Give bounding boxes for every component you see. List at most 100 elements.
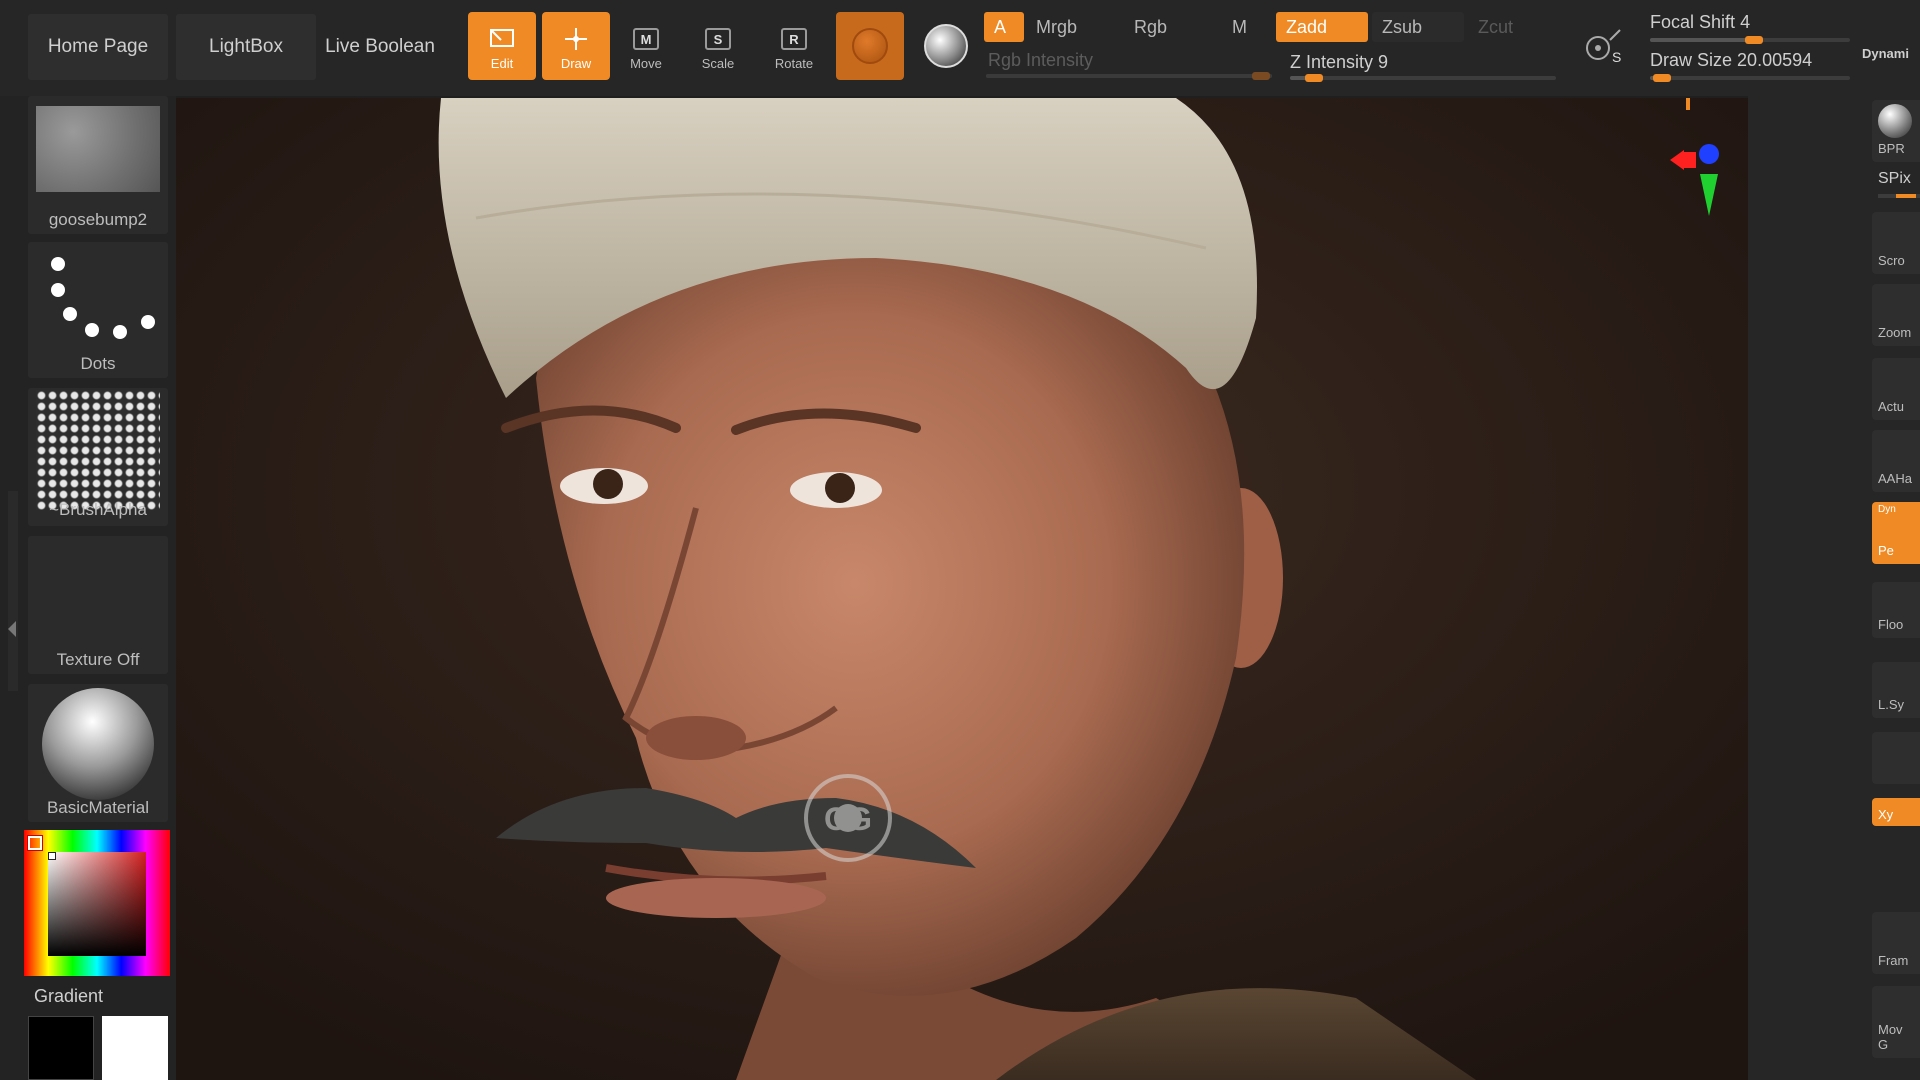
scale-button[interactable]: S Scale: [684, 12, 752, 80]
brush-alpha-name: ~BrushAlpha: [49, 500, 147, 519]
color-picker[interactable]: [24, 830, 170, 976]
draw-size-knob[interactable]: [1653, 74, 1671, 82]
secondary-color-black[interactable]: [28, 1016, 94, 1080]
sculpt-render: CG: [176, 98, 1748, 1080]
draw-size-readout: Draw Size 20.00594: [1650, 50, 1812, 71]
material-swatch[interactable]: BasicMaterial: [28, 684, 168, 822]
move-label: Move: [630, 56, 662, 71]
rgb-button[interactable]: Rgb: [1124, 12, 1214, 42]
color-picker-cursor[interactable]: [27, 835, 43, 851]
edit-button[interactable]: Edit: [468, 12, 536, 80]
zbrush-window: Home Page LightBox Live Boolean Edit Dra…: [0, 0, 1920, 1080]
scroll-button[interactable]: Scro: [1872, 212, 1920, 274]
draw-button[interactable]: Draw: [542, 12, 610, 80]
draw-label: Draw: [560, 56, 592, 71]
material-name: BasicMaterial: [46, 798, 150, 817]
zsub-button[interactable]: Zsub: [1372, 12, 1464, 42]
alpha-name: goosebump2: [48, 210, 148, 229]
a-mode-label: A: [994, 16, 1007, 37]
lazy-mouse-icon: S: [1586, 29, 1621, 65]
live-boolean-label: Live Boolean: [325, 36, 435, 57]
left-shelf: goosebump2 Dots ~BrushAlpha Texture Off …: [0, 96, 176, 1080]
actual-label: Actu: [1878, 399, 1905, 414]
m-button[interactable]: M: [1222, 12, 1262, 42]
actual-button[interactable]: Actu: [1872, 358, 1920, 420]
z-intensity-knob[interactable]: [1304, 74, 1323, 82]
a-mode-button[interactable]: A: [984, 12, 1024, 42]
draw-size-label: Draw Size: [1650, 50, 1733, 70]
lightbox-label: LightBox: [209, 36, 283, 57]
persp-label: Pe: [1878, 543, 1894, 558]
zadd-button[interactable]: Zadd: [1276, 12, 1368, 42]
zcut-label: Zcut: [1478, 16, 1514, 37]
z-intensity-slider[interactable]: [1290, 74, 1556, 82]
frame-button[interactable]: Fram: [1872, 912, 1920, 974]
aahalf-button[interactable]: AAHa: [1872, 430, 1920, 492]
aahalf-label: AAHa: [1878, 471, 1912, 486]
alpha-swatch[interactable]: goosebump2: [28, 96, 168, 234]
zsub-label: Zsub: [1382, 16, 1423, 37]
lsym-button[interactable]: L.Sy: [1872, 662, 1920, 718]
spix-knob[interactable]: [1896, 194, 1916, 198]
main-color-white[interactable]: [102, 1016, 168, 1080]
edit-label: Edit: [490, 56, 514, 71]
texture-swatch[interactable]: Texture Off: [28, 536, 168, 674]
rotate-axis-buttons[interactable]: [1872, 832, 1920, 902]
lsym-label: L.Sy: [1878, 697, 1905, 712]
scale-label: Scale: [701, 56, 735, 71]
mrgb-button[interactable]: Mrgb: [1026, 12, 1116, 42]
spix-slider[interactable]: [1878, 194, 1920, 198]
home-page-button[interactable]: Home Page: [28, 14, 168, 80]
zadd-label: Zadd: [1286, 16, 1328, 37]
move-button[interactable]: M Move: [612, 12, 680, 80]
xyz-button[interactable]: Xy: [1872, 798, 1920, 826]
persp-button[interactable]: Dyn Pe: [1872, 502, 1920, 564]
edit-icon: [490, 29, 514, 47]
focal-shift-label: Focal Shift: [1650, 12, 1736, 32]
live-boolean-button[interactable]: Live Boolean: [320, 14, 440, 80]
mrgb-label: Mrgb: [1036, 16, 1078, 37]
frame-label: Fram: [1878, 953, 1909, 968]
left-tray-handle[interactable]: [8, 491, 18, 691]
z-intensity-label: Z Intensity: [1290, 52, 1374, 72]
document-canvas[interactable]: CG: [176, 98, 1748, 1080]
right-shelf: BPR SPix Scro Zoom Actu AAHa Dyn Pe Floo…: [1748, 96, 1920, 1080]
draw-size-slider[interactable]: [1650, 74, 1850, 82]
lazy-mouse-key: S: [1612, 49, 1621, 65]
dynamic-button[interactable]: Dynami: [1862, 46, 1920, 68]
brush-alpha-thumbnail: [36, 390, 160, 510]
z-intensity-readout: Z Intensity 9: [1290, 52, 1388, 73]
color-picker-sv-cursor[interactable]: [48, 852, 56, 860]
dots-stroke-icon: [51, 257, 155, 339]
move-icon: M: [633, 28, 659, 50]
bpr-sphere-icon: [1878, 104, 1912, 138]
color-picker-square[interactable]: [48, 852, 146, 956]
bpr-button[interactable]: BPR: [1872, 100, 1920, 162]
color-swatch-button[interactable]: [912, 12, 980, 80]
rgb-intensity-knob[interactable]: [1252, 72, 1270, 80]
rgb-label: Rgb: [1134, 16, 1168, 37]
floor-button[interactable]: Floo: [1872, 582, 1920, 638]
zoom-button[interactable]: Zoom: [1872, 284, 1920, 346]
color-sphere-icon: [924, 24, 968, 68]
brush-alpha-swatch[interactable]: ~BrushAlpha: [28, 388, 168, 526]
lazy-mouse-button[interactable]: S: [1580, 24, 1626, 70]
rgb-intensity-slider[interactable]: [986, 72, 1272, 80]
focal-shift-knob[interactable]: [1745, 36, 1763, 44]
watermark-text: CG: [824, 801, 872, 837]
material-sphere-icon: [852, 28, 888, 64]
focal-shift-readout: Focal Shift 4: [1650, 12, 1750, 33]
m-label: M: [1232, 16, 1247, 37]
rotate-button[interactable]: R Rotate: [760, 12, 828, 80]
g-label: G: [1878, 1037, 1889, 1052]
stroke-swatch[interactable]: Dots: [28, 242, 168, 378]
zcut-button[interactable]: Zcut: [1468, 12, 1558, 42]
move-view-button[interactable]: Mov G: [1872, 986, 1920, 1058]
gradient-label: Gradient: [34, 986, 104, 1006]
xyz-label: Xy: [1878, 807, 1894, 822]
local-button[interactable]: [1872, 732, 1920, 784]
draw-size-value: 20.00594: [1737, 50, 1813, 70]
lightbox-button[interactable]: LightBox: [176, 14, 316, 80]
material-swatch-button[interactable]: [836, 12, 904, 80]
focal-shift-slider[interactable]: [1650, 36, 1850, 44]
